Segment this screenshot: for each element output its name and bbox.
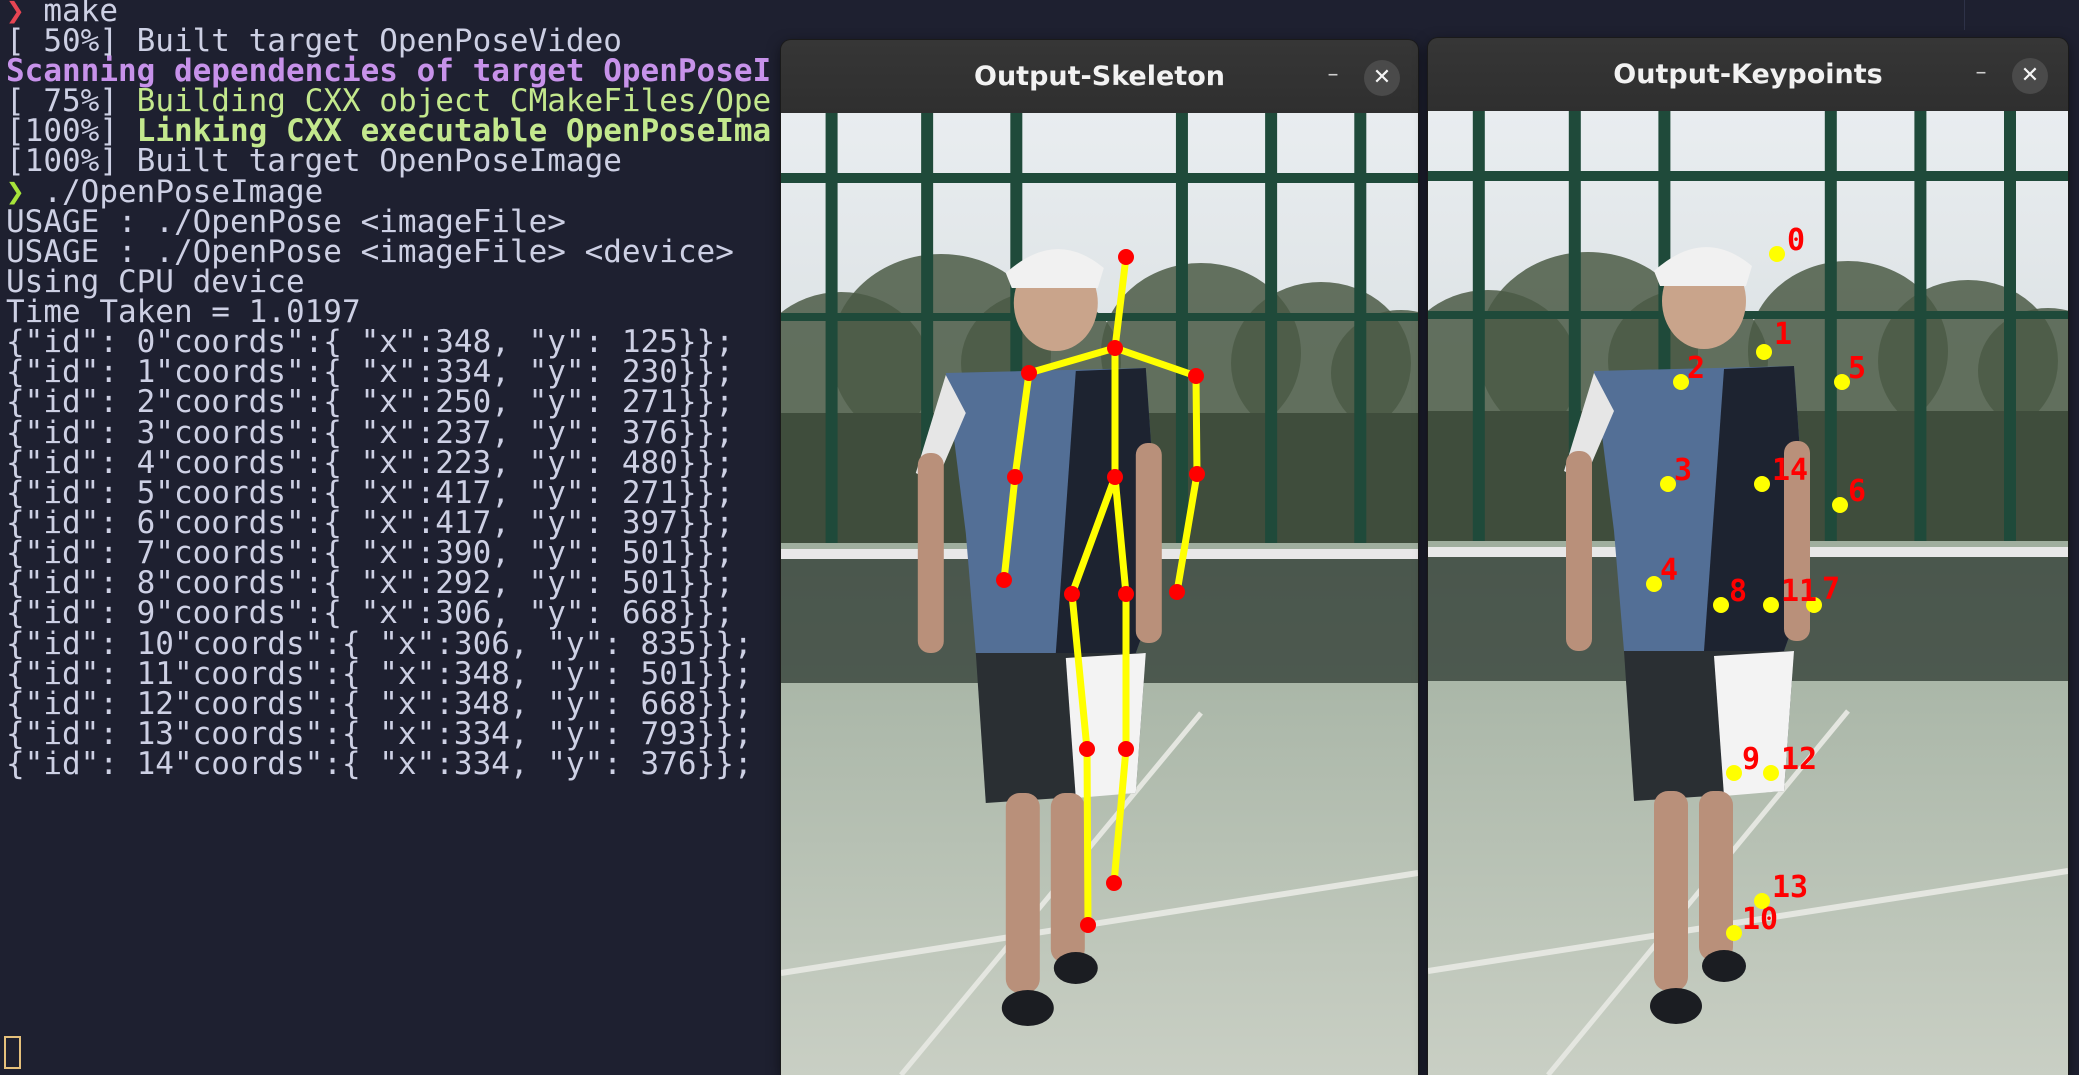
keypoint-label: 8 <box>1729 574 1747 609</box>
keypoint-label: 1 <box>1774 317 1792 352</box>
player-shoe <box>1053 952 1098 984</box>
skeleton-joint <box>1079 741 1095 757</box>
window-output-keypoints[interactable]: Output-Keypoints – ✕ 0 1 2 3 4 5 6 7 8 9 10 11 12 13 1… <box>1428 38 2068 1075</box>
player-leg <box>1005 793 1040 993</box>
skeleton-joint <box>1021 365 1037 381</box>
fence-rail <box>1428 311 2068 319</box>
skeleton-joint <box>1118 249 1134 265</box>
skeleton-joint <box>1107 469 1123 485</box>
keypoint-dot <box>1726 765 1742 781</box>
keypoint-dot <box>1769 246 1785 262</box>
skeleton-joint <box>996 572 1012 588</box>
terminal-coord-line: {"id": 14"coords":{ "x":334, "y": 376}}; <box>6 746 753 782</box>
skeleton-joint <box>1007 469 1023 485</box>
fence-rail <box>781 173 1418 183</box>
skeleton-limb <box>1083 745 1092 929</box>
skeleton-limb <box>1192 372 1201 478</box>
keypoint-label: 9 <box>1742 742 1760 777</box>
keypoint-dot <box>1754 476 1770 492</box>
keypoints-scene: 01234567891011121314 <box>1428 111 2068 1075</box>
keypoint-label: 12 <box>1781 742 1817 777</box>
minimize-button[interactable]: – <box>1964 58 1998 92</box>
skeleton-joint <box>1188 368 1204 384</box>
player-arm <box>1566 451 1592 651</box>
player-arm <box>1135 443 1162 643</box>
keypoint-label: 13 <box>1772 870 1808 905</box>
keypoint-label: 14 <box>1772 453 1808 488</box>
keypoint-dot <box>1763 765 1779 781</box>
keypoint-label: 11 <box>1781 574 1817 609</box>
player-leg <box>1050 793 1085 963</box>
player-leg <box>1654 791 1688 991</box>
skeleton-scene <box>781 113 1418 1075</box>
keypoint-label: 4 <box>1660 553 1678 588</box>
keypoint-dot <box>1754 893 1770 909</box>
player-shoe <box>1650 988 1702 1024</box>
skeleton-joint <box>1169 584 1185 600</box>
skeleton-joint <box>1118 741 1134 757</box>
player-arm <box>917 453 944 653</box>
fence-rail <box>1428 171 2068 181</box>
player-shoe <box>1001 990 1054 1026</box>
keypoint-label: 7 <box>1822 572 1840 607</box>
minimize-button[interactable]: – <box>1316 60 1350 94</box>
terminal-divider <box>1964 0 1965 30</box>
skeleton-joint <box>1106 875 1122 891</box>
skeleton-joint <box>1080 917 1096 933</box>
keypoint-dot <box>1726 925 1742 941</box>
skeleton-joint <box>1189 466 1205 482</box>
keypoint-dot <box>1763 597 1779 613</box>
keypoints-image: 0 1 2 3 4 5 6 7 8 9 10 11 12 13 14 <box>1428 111 2068 1075</box>
player-shoe <box>1702 950 1746 982</box>
keypoint-dot <box>1756 344 1772 360</box>
keypoint-label: 0 <box>1787 223 1805 258</box>
keypoint-label: 6 <box>1848 474 1866 509</box>
skeleton-joint <box>1064 586 1080 602</box>
close-button[interactable]: ✕ <box>2012 58 2048 94</box>
skeleton-joint <box>1118 586 1134 602</box>
keypoint-label: 3 <box>1674 453 1692 488</box>
skeleton-joint <box>1107 340 1123 356</box>
close-button[interactable]: ✕ <box>1364 60 1400 96</box>
terminal-cursor <box>4 1036 21 1069</box>
fence-rail <box>781 313 1418 321</box>
keypoint-dot <box>1832 497 1848 513</box>
skeleton-image <box>781 113 1418 1075</box>
keypoint-dot <box>1713 597 1729 613</box>
keypoint-label: 2 <box>1687 351 1705 386</box>
window-output-skeleton[interactable]: Output-Skeleton – ✕ <box>781 40 1418 1075</box>
keypoint-label: 5 <box>1848 351 1866 386</box>
